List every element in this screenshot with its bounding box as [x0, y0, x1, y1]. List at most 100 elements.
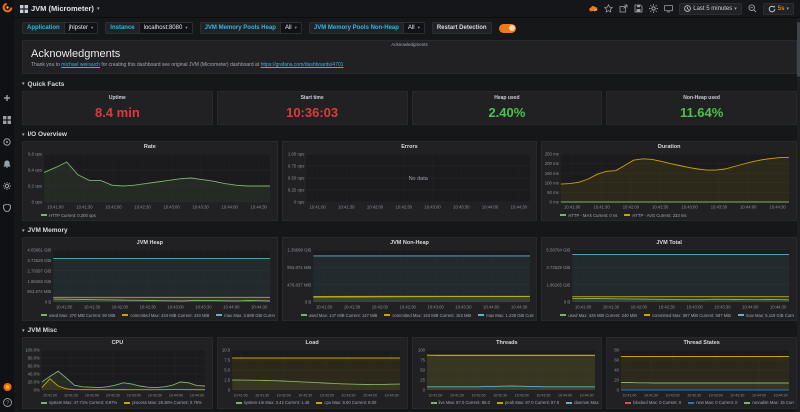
panel-title[interactable]: JVM Total — [544, 239, 794, 247]
legend-item[interactable]: peak Max: 87.0 Current: 87.0 — [497, 400, 559, 405]
svg-text:10:41:30: 10:41:30 — [450, 393, 464, 397]
legend-item[interactable]: used Max: 270 MiB Current: 90 MiB — [41, 313, 115, 318]
svg-text:10:44:00: 10:44:00 — [223, 305, 240, 310]
stat-panel-uptime[interactable]: Uptime 8.4 min — [22, 91, 213, 126]
user-avatar[interactable] — [3, 382, 12, 391]
legend-item[interactable]: system Max: 47.71% Current: 9.87% — [41, 400, 117, 405]
legend-item[interactable]: live Max: 87.0 Current: 86.0 — [431, 400, 490, 405]
svg-text:10:44:00: 10:44:00 — [169, 393, 183, 397]
help-icon[interactable]: ? — [3, 398, 12, 407]
duration-legend: HTTP - MAX Current: 0 ns HTTP - AVG Curre… — [544, 211, 794, 219]
server-admin-shield-icon[interactable] — [3, 203, 12, 212]
legend-series-color — [566, 402, 572, 404]
legend-item[interactable]: blocked Max: 0 Current: 0 — [625, 400, 681, 405]
sidebar-menu — [3, 93, 12, 212]
application-dropdown[interactable]: jhipster▾ — [64, 22, 99, 34]
legend-series-color — [316, 402, 322, 404]
restart-detection-toggle[interactable] — [499, 24, 516, 33]
tv-kiosk-icon[interactable] — [664, 4, 673, 13]
legend-item[interactable]: used Max: 147 MiB Current: 147 MiB — [301, 313, 378, 318]
acknowledgments-panel-title[interactable]: Acknowledgments — [23, 42, 796, 47]
svg-text:10:42:00: 10:42:00 — [631, 305, 648, 310]
dashboard-url-link[interactable]: https://grafana.com/dashboards/4701 — [261, 62, 344, 68]
svg-text:476.837 MiB: 476.837 MiB — [287, 282, 311, 287]
legend-item[interactable]: HTTP Current: 0.200 ops — [41, 213, 96, 218]
save-icon[interactable] — [634, 4, 643, 13]
refresh-icon — [768, 5, 776, 13]
legend-item[interactable]: committed Max: 587 MiB Current: 587 MiB — [644, 313, 731, 318]
legend-series-color — [216, 314, 222, 316]
svg-text:10:41:30: 10:41:30 — [644, 393, 658, 397]
panel-title[interactable]: JVM Non-Heap — [285, 239, 535, 247]
legend-item[interactable]: process Max: 28.38% Current: 0.75% — [124, 400, 202, 405]
settings-gear-icon[interactable] — [649, 4, 658, 13]
legend-item[interactable]: used Max: 425 MiB Current: 240 MiB — [560, 313, 637, 318]
stat-panel-nonheap-used[interactable]: Non-Heap used 11.64% — [606, 91, 797, 126]
panel-title[interactable]: Errors — [285, 143, 535, 151]
panel-title[interactable]: Threads — [415, 339, 600, 347]
variable-heap-pools: JVM Memory Pools Heap All▾ — [200, 22, 302, 34]
legend-item[interactable]: max Max: 5.119 GiB Current: 5.119 GiB — [738, 313, 794, 318]
share-icon[interactable] — [619, 4, 628, 13]
legend-item[interactable]: HTTP - AVG Current: 233 ms — [624, 213, 686, 218]
instance-dropdown[interactable]: localhost:8080▾ — [139, 22, 193, 34]
heap-pools-dropdown[interactable]: All▾ — [280, 22, 302, 34]
legend-item[interactable]: committed Max: 434 MiB Current: 434 MiB — [122, 313, 209, 318]
panel-title[interactable]: Thread States — [609, 339, 794, 347]
svg-text:10:43:30: 10:43:30 — [731, 393, 745, 397]
panel-title[interactable]: Load — [220, 339, 405, 347]
nonheap-pools-dropdown[interactable]: All▾ — [403, 22, 425, 34]
legend-item[interactable]: max Max: 3.888 GiB Current: 3.888 GiB — [216, 313, 274, 318]
legend-item[interactable]: HTTP - MAX Current: 0 ns — [560, 213, 617, 218]
legend-item[interactable]: runnable Max: 15 Current: 14 — [744, 400, 794, 405]
graph-panel-threads: Threads 025507510010:41:0010:41:3010:42:… — [412, 337, 603, 409]
author-link[interactable]: michael weirauch — [61, 62, 100, 68]
svg-text:10:42:00: 10:42:00 — [666, 393, 680, 397]
legend-item[interactable]: daemon Max: 9.0 Current: 8.0 — [566, 400, 599, 405]
stat-panel-heap-used[interactable]: Heap used 2.40% — [412, 91, 603, 126]
svg-text:10:43:30: 10:43:30 — [536, 393, 550, 397]
star-icon[interactable] — [604, 4, 613, 13]
panel-title[interactable]: Duration — [544, 143, 794, 151]
configuration-gear-icon[interactable] — [3, 181, 12, 190]
svg-text:10:42:30: 10:42:30 — [652, 205, 669, 210]
thread-states-chart: 02040608010:41:0010:41:3010:42:0010:42:3… — [609, 347, 794, 399]
svg-text:4.65661 GiB: 4.65661 GiB — [27, 248, 51, 253]
svg-text:10:43:00: 10:43:00 — [514, 393, 528, 397]
row-header-io-overview[interactable]: ▾ I/O Overview — [22, 130, 797, 139]
grafana-logo-icon[interactable] — [2, 2, 13, 13]
dashboards-grid-icon[interactable] — [3, 115, 12, 124]
row-header-quick-facts[interactable]: ▾ Quick Facts — [22, 80, 797, 89]
legend-item[interactable]: cpu Max: 8.00 Current: 8.00 — [316, 400, 376, 405]
svg-text:10:41:30: 10:41:30 — [343, 305, 360, 310]
panel-title[interactable]: CPU — [25, 339, 210, 347]
stat-panel-start-time[interactable]: Start time 10:36:03 — [217, 91, 408, 126]
panel-title[interactable]: JVM Heap — [25, 239, 275, 247]
legend-item[interactable]: new Max: 0 Current: 0 — [688, 400, 737, 405]
legend-item[interactable]: max Max: 1.238 GiB Current: 1.238 GiB — [478, 313, 534, 318]
explore-compass-icon[interactable] — [3, 137, 12, 146]
svg-text:50 ms: 50 ms — [547, 190, 559, 195]
alerting-bell-icon[interactable] — [3, 159, 12, 168]
svg-text:10:41:00: 10:41:00 — [56, 305, 73, 310]
row-header-jvm-misc[interactable]: ▾ JVM Misc — [22, 326, 797, 335]
refresh-picker[interactable]: 5s ▾ — [763, 3, 794, 15]
svg-text:100 ms: 100 ms — [545, 181, 559, 186]
svg-text:10:41:00: 10:41:00 — [575, 305, 592, 310]
legend-series-color — [688, 402, 694, 404]
legend-series-color — [624, 214, 630, 216]
legend-item[interactable]: committed Max: 153 MiB Current: 153 MiB — [384, 313, 471, 318]
svg-text:10:42:30: 10:42:30 — [493, 393, 507, 397]
svg-text:1.86265 GiB: 1.86265 GiB — [547, 282, 571, 287]
time-range-picker[interactable]: Last 5 minutes ▾ — [679, 3, 742, 15]
legend-item[interactable]: system-1m Max: 3.42 Current: 1.48 — [236, 400, 310, 405]
svg-text:10:43:30: 10:43:30 — [341, 393, 355, 397]
panel-title[interactable]: Rate — [25, 143, 275, 151]
cloud-icon[interactable] — [589, 4, 598, 13]
dashboard-title-group[interactable]: JVM (Micrometer) ▾ — [20, 4, 99, 13]
errors-chart: 0 ops0.25 ops0.50 ops0.75 ops1.00 ops10:… — [285, 151, 535, 211]
row-header-jvm-memory[interactable]: ▾ JVM Memory — [22, 226, 797, 235]
zoom-out-icon[interactable] — [748, 4, 757, 13]
legend-series-color — [738, 314, 744, 316]
create-plus-icon[interactable] — [3, 93, 12, 102]
